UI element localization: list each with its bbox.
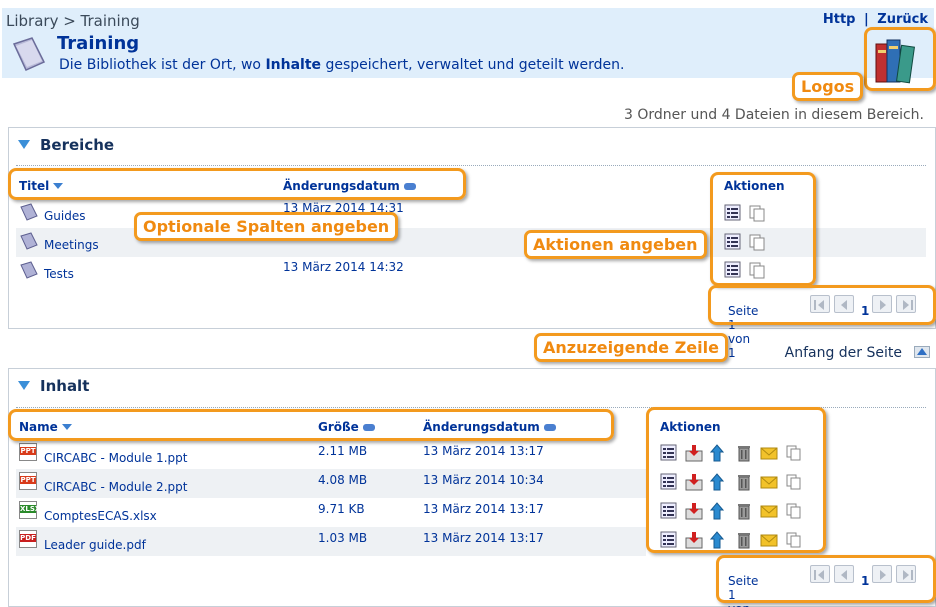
space-modified: 13 März 2014 14:32 <box>283 260 404 274</box>
file-modified: 13 März 2014 13:17 <box>423 502 544 516</box>
xlsx-file-icon: XLSX <box>19 501 40 519</box>
annotation-label-rows: Anzuzeigende Zeile <box>534 333 728 362</box>
file-modified: 13 März 2014 10:34 <box>423 473 544 487</box>
library-page-icon <box>12 37 46 71</box>
folder-icon <box>20 232 38 250</box>
collapse-triangle-icon[interactable] <box>18 140 30 149</box>
spaces-panel-title[interactable]: Bereiche <box>18 136 114 154</box>
annotation-box-space-pager <box>708 285 936 325</box>
ppt-file-icon: PPT <box>19 472 37 490</box>
file-size: 9.71 KB <box>318 502 365 516</box>
file-size: 2.11 MB <box>318 444 368 458</box>
folder-icon <box>20 261 38 279</box>
arrow-up-icon[interactable] <box>914 346 930 358</box>
folder-icon <box>20 203 38 221</box>
annotation-box-content-pager <box>716 555 936 603</box>
table-row: XLSX ComptesECAS.xlsx 9.71 KB 13 März 2014 … <box>16 498 646 527</box>
pdf-file-icon: PDF <box>19 530 37 548</box>
link-separator: | <box>864 12 869 27</box>
file-name-link[interactable]: CIRCABC - Module 1.ppt <box>44 451 187 465</box>
annotation-box-logo <box>864 27 936 91</box>
file-modified: 13 März 2014 13:17 <box>423 531 544 545</box>
back-link[interactable]: Zurück <box>877 12 928 27</box>
annotation-box-space-columns <box>8 168 466 200</box>
breadcrumb[interactable]: Library > Training <box>6 12 140 30</box>
file-name-link[interactable]: Leader guide.pdf <box>44 538 146 552</box>
file-size: 4.08 MB <box>318 473 368 487</box>
http-link[interactable]: Http <box>823 12 856 27</box>
top-of-page-link[interactable]: Anfang der Seite <box>785 345 902 361</box>
space-name-link[interactable]: Meetings <box>44 238 99 252</box>
top-links: Http | Zurück <box>821 12 930 27</box>
file-size: 1.03 MB <box>318 531 368 545</box>
table-row: PPT CIRCABC - Module 1.ppt 2.11 MB 13 März … <box>16 440 646 469</box>
table-row: PPT CIRCABC - Module 2.ppt 4.08 MB 13 März … <box>16 469 646 498</box>
file-name-link[interactable]: CIRCABC - Module 2.ppt <box>44 480 187 494</box>
ppt-file-icon: PPT <box>19 443 37 461</box>
annotation-box-content-columns <box>8 409 614 441</box>
folder-file-summary: 3 Ordner und 4 Dateien in diesem Bereich… <box>624 107 924 123</box>
content-panel-title[interactable]: Inhalt <box>18 377 89 395</box>
annotation-label-optional-columns: Optionale Spalten angeben <box>134 212 399 241</box>
page-title: Training <box>57 33 140 54</box>
file-name-link[interactable]: ComptesECAS.xlsx <box>44 509 157 523</box>
annotation-label-logos: Logos <box>792 72 864 101</box>
annotation-box-space-actions <box>710 172 816 286</box>
file-modified: 13 März 2014 13:17 <box>423 444 544 458</box>
page-description: Die Bibliothek ist der Ort, wo Inhalte g… <box>59 57 625 73</box>
annotation-box-content-actions <box>646 407 826 553</box>
space-name-link[interactable]: Tests <box>44 267 74 281</box>
annotation-label-actions: Aktionen angeben <box>524 230 707 259</box>
space-name-link[interactable]: Guides <box>44 209 86 223</box>
table-row: PDF Leader guide.pdf 1.03 MB 13 März 2014 1… <box>16 527 646 556</box>
collapse-triangle-icon[interactable] <box>18 381 30 390</box>
